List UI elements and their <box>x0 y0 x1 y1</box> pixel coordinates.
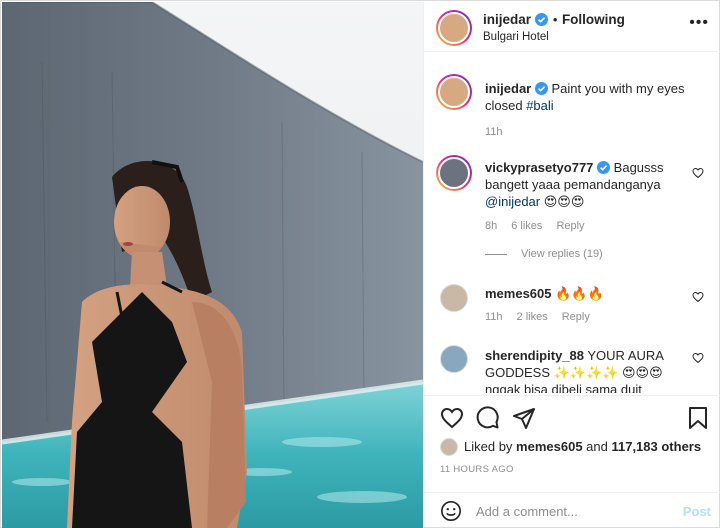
comment-username[interactable]: vickyprasetyo777 <box>485 160 593 175</box>
post-comment-button[interactable]: Post <box>683 504 711 519</box>
header-title-row: inijedar • Following <box>483 11 625 29</box>
comment-likes[interactable]: 6 likes <box>511 220 542 232</box>
like-comment-heart-icon[interactable] <box>692 167 704 179</box>
caption-time: 11h <box>485 126 503 138</box>
view-replies-label: View replies (19) <box>521 248 603 260</box>
comment-bubble-icon[interactable] <box>476 406 500 430</box>
liked-by-avatar[interactable] <box>440 438 458 456</box>
post-photo[interactable] <box>2 2 423 528</box>
separator-dot: • <box>552 12 558 27</box>
comment-emoji: 🔥🔥🔥 <box>555 286 604 301</box>
more-dots-icon[interactable]: ••• <box>689 14 709 32</box>
author-avatar[interactable] <box>436 10 472 46</box>
caption-username[interactable]: inijedar <box>485 81 531 96</box>
view-replies-line <box>485 253 507 255</box>
following-button[interactable]: Following <box>562 12 625 27</box>
comment-bar: Add a comment... Post <box>424 492 720 528</box>
caption: inijedar Paint you with my eyes closed #… <box>485 80 705 114</box>
comment-avatar[interactable] <box>440 284 468 312</box>
comment-time: 11h <box>485 311 503 323</box>
post-actions: Liked by memes605 and 117,183 others 11 … <box>424 395 720 495</box>
caption-avatar[interactable] <box>436 74 472 110</box>
verified-badge-icon <box>534 82 548 95</box>
post-header: inijedar • Following Bulgari Hotel ••• <box>424 2 720 52</box>
like-comment-heart-icon[interactable] <box>692 352 704 364</box>
like-comment-heart-icon[interactable] <box>692 291 704 303</box>
comment-body: vickyprasetyo777 Bagusss bangett yaaa pe… <box>485 159 683 210</box>
comment-username[interactable]: memes605 <box>485 286 552 301</box>
post-window: inijedar • Following Bulgari Hotel ••• i… <box>0 0 720 528</box>
author-username[interactable]: inijedar <box>483 12 531 27</box>
view-replies-button[interactable]: View replies (19) <box>485 248 603 260</box>
verified-badge-icon <box>535 13 549 26</box>
location-link[interactable]: Bulgari Hotel <box>483 31 549 43</box>
comment-avatar[interactable] <box>440 345 468 373</box>
comment-meta: 8h 6 likes Reply <box>485 220 599 232</box>
comment-username[interactable]: sherendipity_88 <box>485 348 584 363</box>
comment-input[interactable]: Add a comment... <box>476 504 578 519</box>
liked-by-count[interactable]: 117,183 others <box>611 439 701 454</box>
comment-likes[interactable]: 2 likes <box>517 311 548 323</box>
photo-illustration <box>2 2 423 528</box>
liked-by-prefix: Liked by <box>464 439 517 454</box>
comment-avatar[interactable] <box>436 155 472 191</box>
emoji-smiley-icon[interactable] <box>440 500 462 522</box>
share-paper-plane-icon[interactable] <box>512 406 536 430</box>
reply-button[interactable]: Reply <box>562 311 590 323</box>
comment-meta: 11h 2 likes Reply <box>485 311 604 323</box>
comment-body: sherendipity_88 YOUR AURA GODDESS ✨✨✨✨ 😍… <box>485 347 683 393</box>
comment-time: 8h <box>485 220 498 232</box>
liked-by-text: Liked by memes605 and 117,183 others <box>464 439 701 454</box>
comment-mention[interactable]: @inijedar <box>485 194 540 209</box>
reply-button[interactable]: Reply <box>556 220 584 232</box>
caption-hashtag[interactable]: #bali <box>526 98 553 113</box>
post-sidebar: inijedar • Following Bulgari Hotel ••• i… <box>423 2 720 528</box>
save-bookmark-icon[interactable] <box>687 406 709 430</box>
liked-by-and: and <box>582 439 612 454</box>
verified-badge-icon <box>597 161 611 174</box>
like-heart-icon[interactable] <box>440 406 464 430</box>
comment-body: memes605 🔥🔥🔥 <box>485 285 683 302</box>
post-time-ago[interactable]: 11 HOURS AGO <box>440 464 514 475</box>
comment-emoji: 😍😍😍 <box>543 194 585 209</box>
liked-by-user[interactable]: memes605 <box>516 439 583 454</box>
